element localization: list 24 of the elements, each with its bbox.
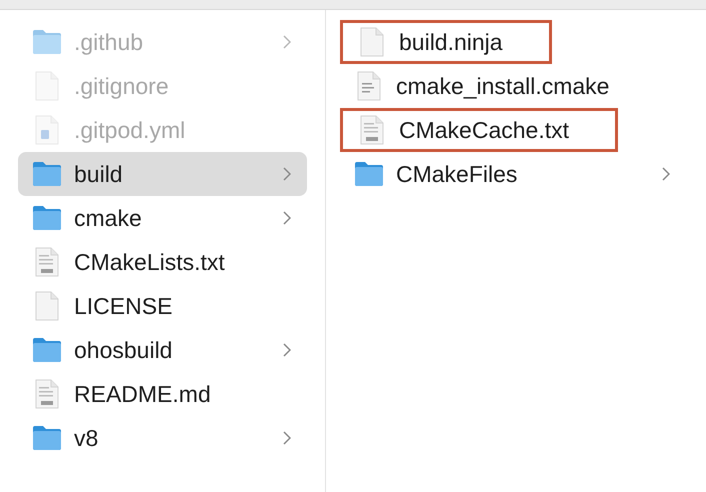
document-icon <box>35 247 59 277</box>
document-icon <box>360 115 384 145</box>
file-row[interactable]: build.ninja <box>340 20 552 64</box>
file-row[interactable]: cmake <box>18 196 307 240</box>
document-icon <box>357 71 381 101</box>
folder-icon <box>32 337 62 363</box>
folder-icon <box>32 205 62 231</box>
document-icon <box>35 379 59 409</box>
folder-icon <box>32 29 62 55</box>
file-row[interactable]: cmake_install.cmake <box>340 64 686 108</box>
file-row[interactable]: README.md <box>18 372 307 416</box>
document-icon <box>35 115 59 145</box>
file-row[interactable]: ohosbuild <box>18 328 307 372</box>
document-icon <box>35 291 59 321</box>
document-icon <box>360 27 384 57</box>
folder-icon <box>32 161 62 187</box>
file-row[interactable]: CMakeFiles <box>340 152 686 196</box>
file-row[interactable]: CMakeCache.txt <box>340 108 618 152</box>
folder-icon <box>354 161 384 187</box>
file-row[interactable]: CMakeLists.txt <box>18 240 307 284</box>
file-row[interactable]: LICENSE <box>18 284 307 328</box>
file-row[interactable]: build <box>18 152 307 196</box>
file-row[interactable]: v8 <box>18 416 307 460</box>
folder-icon <box>32 425 62 451</box>
